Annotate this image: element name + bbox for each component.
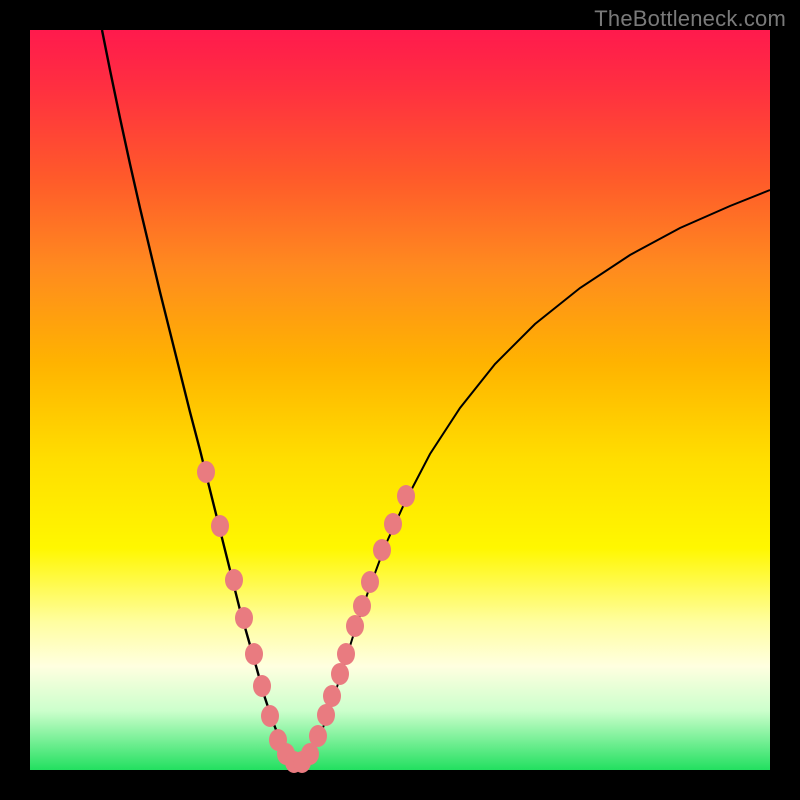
marker-dot — [253, 675, 271, 697]
marker-dot — [331, 663, 349, 685]
marker-dot — [211, 515, 229, 537]
marker-dot — [197, 461, 215, 483]
curve-right — [298, 190, 770, 765]
marker-dot — [225, 569, 243, 591]
watermark-text: TheBottleneck.com — [594, 6, 786, 32]
marker-dot — [245, 643, 263, 665]
marker-dots — [197, 461, 415, 773]
marker-dot — [373, 539, 391, 561]
marker-dot — [261, 705, 279, 727]
marker-dot — [323, 685, 341, 707]
marker-dot — [384, 513, 402, 535]
marker-dot — [309, 725, 327, 747]
plot-area — [30, 30, 770, 770]
curve-left — [102, 30, 298, 765]
marker-dot — [337, 643, 355, 665]
chart-frame: TheBottleneck.com — [0, 0, 800, 800]
marker-dot — [397, 485, 415, 507]
marker-dot — [317, 704, 335, 726]
marker-dot — [353, 595, 371, 617]
marker-dot — [346, 615, 364, 637]
marker-dot — [235, 607, 253, 629]
chart-svg — [30, 30, 770, 770]
marker-dot — [361, 571, 379, 593]
